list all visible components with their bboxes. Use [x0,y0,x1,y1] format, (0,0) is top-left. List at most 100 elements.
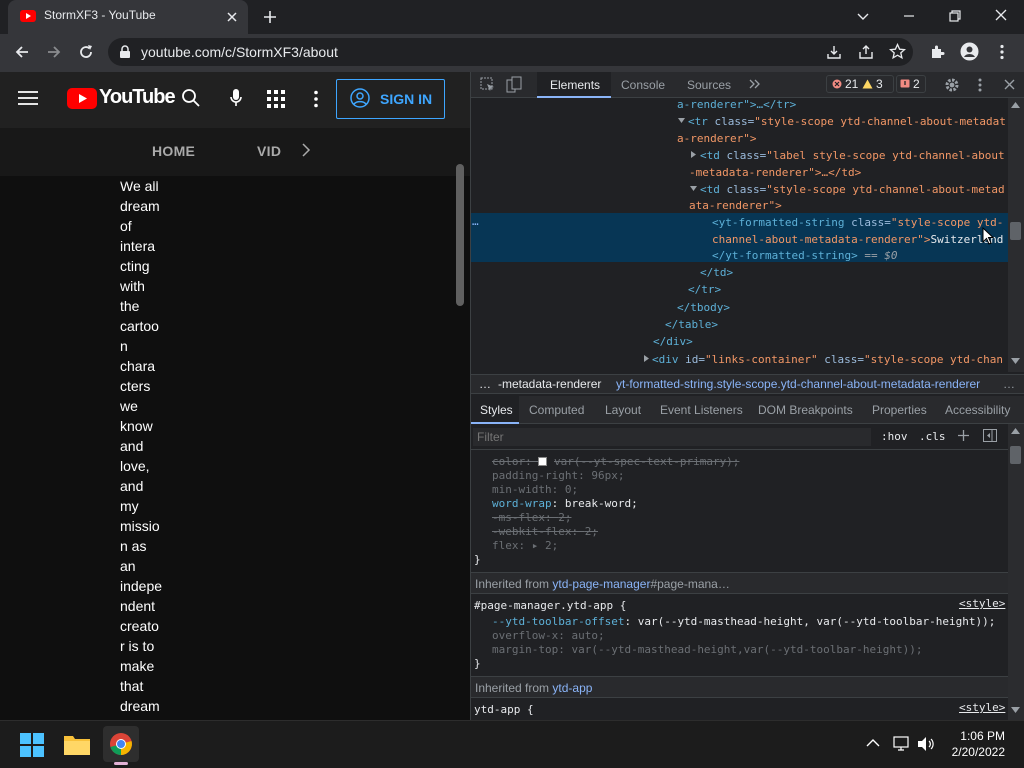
scroll-up-icon[interactable] [1011,102,1020,108]
reload-icon[interactable] [77,43,95,61]
cls-toggle[interactable]: .cls [919,430,946,443]
dom-line[interactable]: <td class="style-scope ytd-channel-about… [700,181,1005,198]
dom-line[interactable]: <yt-formatted-string class="style-scope … [712,214,1003,231]
clock-date[interactable]: 2/20/2022 [935,745,1005,759]
tab-console[interactable]: Console [621,78,665,92]
dom-line[interactable]: </tr> [688,281,721,298]
description-line: cartoo [120,318,159,334]
rule-selector[interactable]: ytd-app { [474,701,534,718]
dom-line[interactable]: <div id="links-container" class="style-s… [652,351,1003,368]
file-explorer-icon[interactable] [64,733,90,755]
collapsed-triangle-icon[interactable] [690,151,697,158]
dom-line[interactable]: <tr class="style-scope ytd-channel-about… [688,113,1006,130]
dom-line[interactable]: a-renderer"> [677,130,756,147]
microphone-icon[interactable] [230,88,242,108]
breadcrumb-item-current[interactable]: yt-formatted-string.style-scope.ytd-chan… [616,377,980,391]
node-actions-ellipsis[interactable]: … [472,213,479,230]
tab-computed[interactable]: Computed [529,403,584,417]
youtube-scrollbar[interactable] [456,164,464,306]
dom-line[interactable]: </tbody> [677,299,730,316]
bookmark-star-icon[interactable] [889,43,906,60]
extensions-icon[interactable] [929,43,946,60]
scroll-down-icon[interactable] [1011,707,1020,713]
install-app-icon[interactable] [826,44,842,60]
search-icon[interactable] [181,88,201,108]
styles-filter-input[interactable] [473,428,871,446]
restore-icon[interactable] [948,9,962,23]
volume-icon[interactable] [917,736,935,752]
dom-line[interactable]: -metadata-renderer">…</td> [689,164,861,181]
scroll-down-icon[interactable] [1011,358,1020,364]
dom-line[interactable]: a-renderer">…</tr> [677,96,796,113]
tab-sources[interactable]: Sources [687,78,731,92]
back-icon[interactable] [13,43,31,61]
dom-line[interactable]: <td class="label style-scope ytd-channel… [700,147,1005,164]
youtube-logo-text[interactable]: YouTube [99,86,176,109]
toggle-sidebar-icon[interactable] [983,429,997,442]
breadcrumb-overflow[interactable]: … [479,377,491,391]
tab-event-listeners[interactable]: Event Listeners [660,403,743,417]
tab-dom-breakpoints[interactable]: DOM Breakpoints [758,403,853,417]
styles-scrollbar-thumb[interactable] [1010,446,1021,464]
windows-start-icon[interactable] [20,733,44,757]
url-text[interactable]: youtube.com/c/StormXF3/about [141,44,338,60]
minimize-icon[interactable] [902,9,916,23]
clock-time[interactable]: 1:06 PM [935,729,1005,743]
close-window-icon[interactable] [993,7,1009,23]
dom-text: a-renderer">…</tr> [677,98,797,111]
rule-selector[interactable]: #page-manager.ytd-app { [474,597,626,614]
tab-search-icon[interactable] [856,9,870,23]
profile-icon[interactable] [960,42,979,61]
dom-line[interactable]: </div> [653,333,693,350]
tab-home[interactable]: HOME [152,143,195,159]
expand-triangle-icon[interactable] [690,185,697,192]
tab-videos[interactable]: VID [257,143,281,159]
inspect-element-icon[interactable] [480,77,496,93]
tab-properties[interactable]: Properties [872,403,927,417]
scroll-up-icon[interactable] [1011,428,1020,434]
dom-attr: id= [685,353,705,366]
expand-triangle-icon[interactable] [678,117,685,124]
devtools-settings-gear-icon[interactable] [944,77,960,93]
breadcrumb-more[interactable]: … [1003,377,1015,391]
dom-line[interactable]: </table> [665,316,718,333]
device-toolbar-icon[interactable] [506,76,522,93]
lock-icon[interactable] [119,45,131,59]
more-tabs-icon[interactable] [749,79,761,89]
close-devtools-icon[interactable] [1003,78,1016,91]
devtools-menu-icon[interactable] [977,77,983,93]
forward-icon[interactable] [45,43,63,61]
show-hidden-icons-icon[interactable] [866,738,880,748]
dom-line[interactable]: </yt-formatted-string> == $0 [712,247,897,264]
dom-line[interactable]: channel-about-metadata-renderer">Switzer… [712,231,1003,248]
tab-accessibility[interactable]: Accessibility [945,403,1010,417]
settings-dots-icon[interactable] [313,90,319,108]
style-source-link[interactable]: <style> [959,597,1005,610]
dom-line[interactable]: ata-renderer"> [689,197,782,214]
share-icon[interactable] [858,44,874,60]
new-style-rule-icon[interactable] [957,429,970,442]
styles-scrollbar-track[interactable] [1008,424,1024,720]
close-tab-icon[interactable] [225,10,239,24]
chevron-right-icon[interactable] [301,143,311,157]
css-declaration[interactable]: flex: ▸ 2; [492,537,558,554]
description-line: and [120,478,144,494]
inherited-link[interactable]: ytd-page-manager [552,577,650,591]
elements-scrollbar-thumb[interactable] [1010,222,1021,240]
new-tab-icon[interactable] [262,9,278,25]
dom-val: "style-scope ytd-channel-about-metad [766,183,1005,196]
collapsed-triangle-icon[interactable] [643,355,650,362]
network-icon[interactable] [893,736,911,752]
style-source-link[interactable]: <style> [959,701,1005,714]
youtube-logo-icon[interactable] [67,88,97,109]
hov-toggle[interactable]: :hov [881,430,908,443]
dom-line[interactable]: </td> [700,264,733,281]
hamburger-menu-icon[interactable] [18,90,38,106]
tab-layout[interactable]: Layout [605,403,641,417]
breadcrumb-item[interactable]: -metadata-renderer [498,377,601,391]
apps-grid-icon[interactable] [267,90,285,108]
color-swatch-icon[interactable] [538,457,548,466]
chrome-menu-icon[interactable] [999,44,1005,60]
inherited-link[interactable]: ytd-app [552,681,592,695]
css-declaration[interactable]: margin-top: var(--ytd-masthead-height,va… [492,641,922,658]
